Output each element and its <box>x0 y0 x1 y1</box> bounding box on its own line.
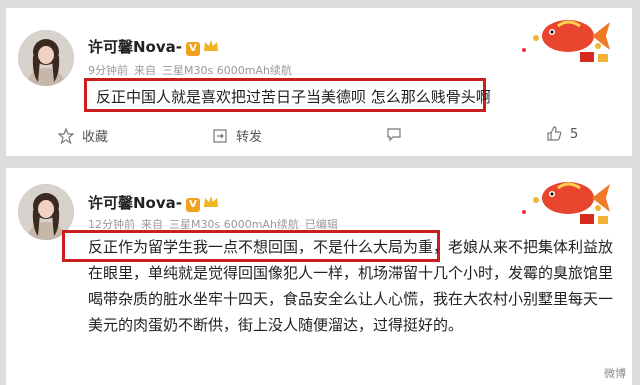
username-text[interactable]: 许可馨Nova- <box>88 38 182 56</box>
repost-label: 转发 <box>236 130 263 145</box>
action-bar: 收藏 转发 5 <box>6 126 632 156</box>
crown-icon <box>204 196 218 207</box>
comment-button[interactable] <box>386 126 410 142</box>
post-text-line: 在眼里，单纯就是觉得回国像犯人一样，机场滞留十几个小时，发霉的臭旅馆里 <box>88 264 614 282</box>
favorite-button[interactable]: 收藏 <box>58 126 108 145</box>
device-name: 三星M30s 6000mAh续航 <box>162 64 292 77</box>
verified-badge: V <box>186 198 200 212</box>
username[interactable]: 许可馨Nova- V <box>88 192 219 213</box>
star-icon <box>58 127 74 144</box>
comment-icon <box>387 128 401 142</box>
avatar[interactable] <box>18 30 74 86</box>
post-text-line: 美元的肉蛋奶不断供，街上没人随便溜达，过得挺好的。 <box>88 316 464 334</box>
username[interactable]: 许可馨Nova- V <box>88 36 219 57</box>
source-prefix: 来自 <box>134 64 156 77</box>
post-time[interactable]: 9分钟前 <box>88 64 128 77</box>
post-text-line: 反正作为留学生我一点不想回国，不是什么大局为重，老娘从来不把集体利益放 <box>88 238 614 256</box>
like-button[interactable]: 5 <box>546 126 578 142</box>
repost-icon <box>213 128 227 143</box>
like-icon <box>547 126 562 141</box>
verified-badge: V <box>186 42 200 56</box>
watermark: 微博 <box>604 367 626 380</box>
favorite-label: 收藏 <box>82 130 109 145</box>
post-meta: 9分钟前 来自 三星M30s 6000mAh续航 <box>88 62 298 78</box>
fish-decoration-icon <box>522 20 610 62</box>
post-card: 许可馨Nova- V 9分钟前 来自 三星M30s 6000mAh续航 反正中国人就是… <box>6 8 632 156</box>
fish-decoration-icon <box>522 182 610 224</box>
crown-icon <box>204 40 218 51</box>
repost-button[interactable]: 转发 <box>212 126 262 145</box>
post-card: 许可馨Nova- V 12分钟前 来自 三星M30s 6000mAh续航 已编辑 反正作… <box>6 168 632 385</box>
post-text-line: 喝带杂质的脏水坐牢十四天，食品安全么让人心慌，我在大农村小别墅里每天一 <box>88 290 614 308</box>
post-text: 反正中国人就是喜欢把过苦日子当美德呗 怎么那么贱骨头啊 <box>96 88 491 106</box>
like-count: 5 <box>570 126 579 142</box>
username-text[interactable]: 许可馨Nova- <box>88 194 182 212</box>
post-text: 反正作为留学生我一点不想回国，不是什么大局为重，老娘从来不把集体利益放 在眼里，… <box>88 234 620 338</box>
